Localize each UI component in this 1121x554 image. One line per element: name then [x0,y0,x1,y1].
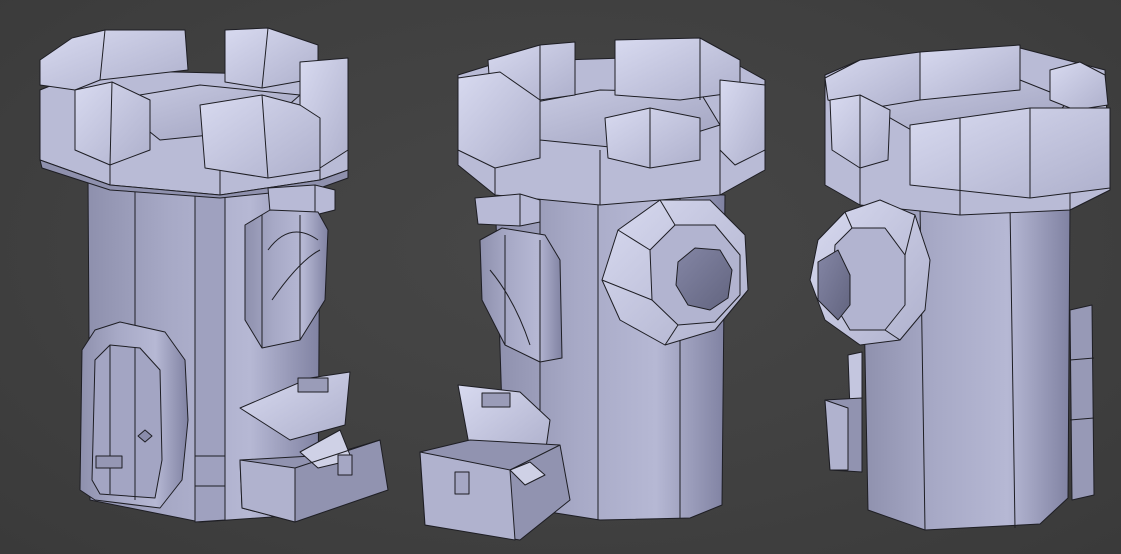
3d-viewport[interactable] [0,0,1121,554]
back-merlon-5 [909,107,1111,199]
front-tower [39,27,389,523]
back-buttress [1069,304,1095,501]
back-round-window [809,199,931,346]
front-pillar [194,189,226,523]
front-merlon-4 [74,81,151,166]
back-merlon-2 [919,44,1021,101]
back-chest [824,351,863,473]
front-door [79,321,189,509]
side-merlon-4 [604,107,701,169]
side-tower [419,37,766,541]
scene-render [39,27,1111,541]
back-tower [809,44,1111,531]
front-merlon-5 [199,94,321,179]
door-handle [95,455,123,469]
side-merlon-5 [719,79,766,166]
